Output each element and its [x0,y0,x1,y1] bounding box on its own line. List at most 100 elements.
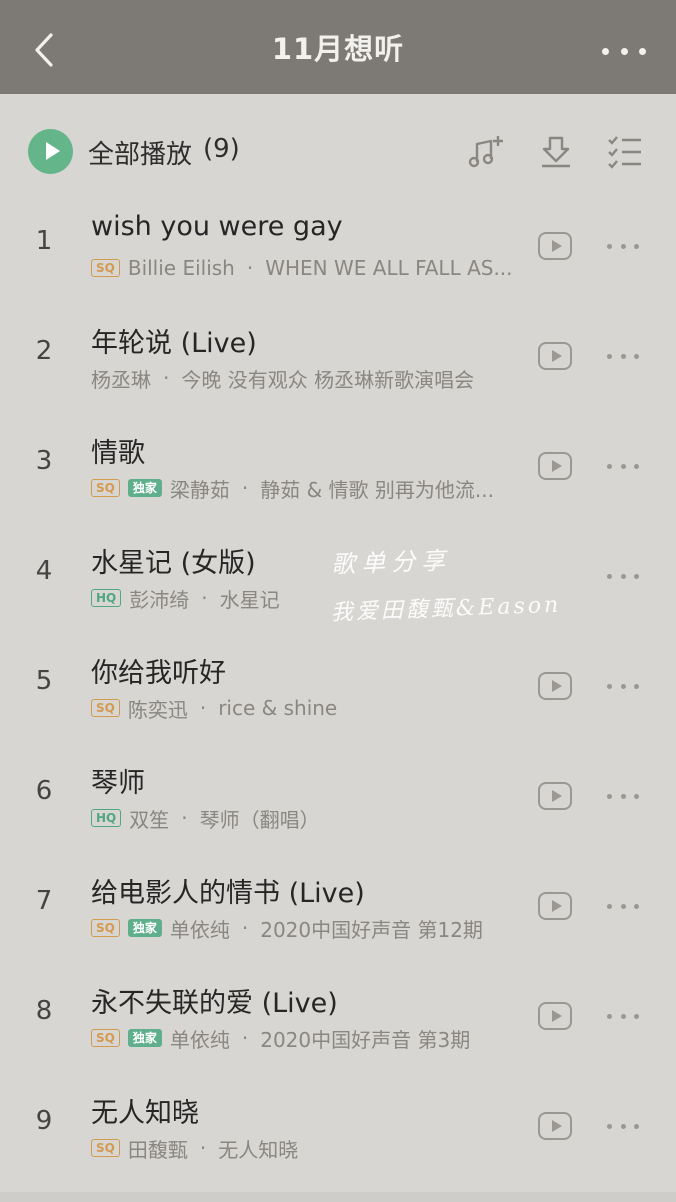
mv-play-icon[interactable] [538,1112,572,1140]
play-all-label[interactable]: 全部播放 [88,134,192,171]
hq-quality-badge: HQ [91,589,122,607]
song-meta: SQ 独家 单依纯 · 2020中国好声音 第12期 [91,915,531,941]
song-album: 琴师（翻唱） [199,807,320,832]
song-row[interactable]: 7 给电影人的情书 (Live) SQ 独家 单依纯 · 2020中国好声音 第12期 [0,848,676,958]
song-index: 9 [35,1106,53,1136]
bottom-edge [0,1192,676,1202]
dot [620,1123,626,1129]
separator-dot: · [241,1026,249,1050]
song-more-button[interactable] [607,1012,639,1020]
song-title[interactable]: 给电影人的情书 (Live) [91,871,365,910]
dot [620,573,626,579]
song-more-button[interactable] [607,462,639,470]
song-title[interactable]: wish you were gay [91,211,343,242]
hq-quality-badge: HQ [91,809,122,827]
song-more-button[interactable] [607,1122,639,1130]
song-meta: SQ Billie Eilish · WHEN WE ALL FALL AS... [91,255,531,281]
dot [607,243,612,249]
play-all-bar: 全部播放 (9) [0,118,676,188]
more-options-button[interactable] [602,36,646,66]
separator-dot: · [246,256,254,280]
song-title[interactable]: 无人知晓 [91,1091,199,1130]
dot [620,793,626,799]
song-row[interactable]: 1 wish you were gay SQ Billie Eilish · WHEN W… [0,188,676,298]
dot [634,903,639,909]
dot [634,573,639,579]
song-meta: 杨丞琳 · 今晚 没有观众 杨丞琳新歌演唱会 [91,365,531,391]
song-title[interactable]: 永不失联的爱 (Live) [91,981,338,1020]
music-note-add-icon [468,136,503,168]
mv-play-icon[interactable] [538,1002,572,1030]
mv-play-icon[interactable] [538,342,572,370]
song-artist: 杨丞琳 [91,367,151,392]
song-index: 4 [35,556,53,586]
dot [620,463,626,469]
mv-play-icon[interactable] [538,892,572,920]
dot [607,353,612,359]
song-meta: SQ 独家 单依纯 · 2020中国好声音 第3期 [91,1025,531,1051]
dot [620,1013,626,1019]
separator-dot: · [163,366,170,390]
song-row[interactable]: 6 琴师 HQ 双笙 · 琴师（翻唱） [0,738,676,848]
song-title[interactable]: 水星记 (女版) [91,541,256,580]
download-icon [542,136,570,168]
song-meta: SQ 陈奕迅 · rice & shine [91,695,531,721]
dot [620,683,626,689]
dot [607,903,612,909]
song-row[interactable]: 8 永不失联的爱 (Live) SQ 独家 单依纯 · 2020中国好声音 第3期 [0,958,676,1068]
song-more-button[interactable] [607,792,639,800]
song-more-button[interactable] [607,682,639,690]
dot [639,47,646,55]
song-title[interactable]: 年轮说 (Live) [91,321,257,360]
back-button[interactable] [24,30,64,70]
separator-dot: · [241,916,249,940]
song-index: 8 [35,996,53,1026]
song-album: WHEN WE ALL FALL AS... [265,256,513,280]
song-row[interactable]: 3 情歌 SQ 独家 梁静茹 · 静茹 & 情歌 别再为他流... [0,408,676,518]
song-title[interactable]: 琴师 [91,761,145,800]
exclusive-badge: 独家 [127,479,162,497]
song-artist: 彭沛绮 [129,587,190,612]
download-button[interactable] [536,132,576,172]
watermark-line-1: 歌单分享 [330,546,452,579]
mv-play-icon[interactable] [538,452,572,480]
song-count: (9) [203,134,240,164]
dot [634,683,639,689]
song-index: 7 [35,886,53,916]
song-row[interactable]: 5 你给我听好 SQ 陈奕迅 · rice & shine [0,628,676,738]
multi-select-button[interactable] [605,132,645,172]
song-meta: HQ 双笙 · 琴师（翻唱） [91,805,531,831]
song-meta: SQ 田馥甄 · 无人知晓 [91,1135,531,1161]
dot [607,1123,612,1129]
separator-dot: · [241,476,249,500]
song-more-button[interactable] [607,572,639,580]
song-more-button[interactable] [607,242,639,250]
separator-dot: · [199,1136,207,1160]
mv-play-icon[interactable] [538,232,572,260]
song-title[interactable]: 情歌 [91,431,145,470]
song-title[interactable]: 你给我听好 [91,651,226,690]
song-more-button[interactable] [607,902,639,910]
mv-play-icon[interactable] [538,672,572,700]
exclusive-badge: 独家 [127,1029,162,1047]
page-title: 11月想听 [271,32,405,66]
song-more-button[interactable] [607,352,639,360]
mv-play-icon[interactable] [538,782,572,810]
separator-dot: · [181,806,188,830]
dot [634,353,639,359]
song-artist: 单依纯 [169,917,230,942]
playlist-page: 11月想听 全部播放 (9) 1 wish you were gay SQ Bi… [0,0,676,1202]
song-artist: 双笙 [129,807,170,832]
song-album: 静茹 & 情歌 别再为他流... [260,477,494,502]
play-all-button[interactable] [28,129,73,174]
song-row[interactable]: 2 年轮说 (Live) 杨丞琳 · 今晚 没有观众 杨丞琳新歌演唱会 [0,298,676,408]
song-album: 水星记 [219,587,280,612]
song-index: 3 [35,446,53,476]
dot [634,793,639,799]
song-album: 2020中国好声音 第12期 [260,917,483,942]
add-music-button[interactable] [467,132,507,172]
song-row[interactable]: 9 无人知晓 SQ 田馥甄 · 无人知晓 [0,1068,676,1178]
song-artist: 梁静茹 [169,477,230,502]
sq-quality-badge: SQ [91,699,120,717]
song-index: 1 [35,226,53,256]
